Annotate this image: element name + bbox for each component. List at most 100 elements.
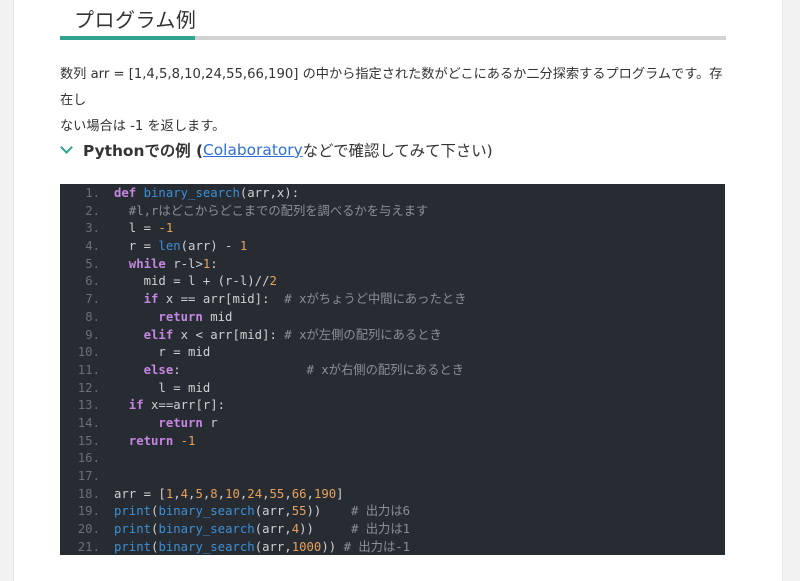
- code-token: def: [114, 186, 144, 200]
- code-token: 24: [247, 486, 263, 501]
- line-number: 15.: [77, 433, 100, 448]
- chevron-down-icon[interactable]: [60, 141, 73, 154]
- code-token: print: [114, 522, 152, 537]
- line-number: 18.: [77, 486, 100, 501]
- line-number: 14.: [77, 415, 100, 430]
- code-token: ,: [217, 486, 226, 501]
- line-number: 4.: [85, 239, 100, 254]
- code-token: # xが左側の配列にあるとき: [284, 327, 442, 342]
- code-line: 21. print(binary_search(arr,1000)) # 出力は-…: [60, 539, 725, 555]
- section-heading: プログラム例: [60, 0, 726, 40]
- code-token: r-l>: [173, 256, 203, 271]
- code-token: (arr,: [254, 522, 292, 537]
- code-token: )): [306, 504, 351, 519]
- code-token: 1: [239, 239, 248, 254]
- code-line: 2. #l,rはどこからどこまでの配列を調べるかを与えます: [60, 203, 725, 221]
- code-token: x==arr[r]:: [151, 398, 226, 413]
- code-token: 5: [195, 486, 203, 501]
- section-title: プログラム例: [74, 8, 197, 32]
- code-token: return: [114, 309, 211, 324]
- code-token: x == arr[mid]:: [165, 292, 285, 307]
- line-number: 8.: [85, 309, 100, 324]
- code-line: 19. print(binary_search(arr,55)) # 出力は6: [60, 503, 725, 521]
- code-token: r: [210, 415, 218, 430]
- code-token: while: [114, 256, 174, 271]
- code-line: 7. if x == arr[mid]: # xがちょうど中間にあったとき: [60, 291, 725, 309]
- line-number: 10.: [77, 345, 100, 360]
- code-token: -1: [158, 221, 174, 236]
- code-line: 17.: [60, 468, 725, 486]
- description-line-1: 数列 arr = [1,4,5,8,10,24,55,66,190] の中から指…: [60, 67, 723, 108]
- code-token: (arr) -: [180, 239, 240, 254]
- code-token: return: [114, 433, 181, 448]
- code-token: binary_search: [158, 522, 255, 537]
- code-token: print: [114, 504, 152, 519]
- line-number: 9.: [85, 327, 100, 342]
- code-token: return: [114, 415, 211, 430]
- line-number: 21.: [77, 539, 100, 554]
- code-token: l = mid: [114, 380, 211, 395]
- line-number: 6.: [85, 274, 100, 289]
- code-token: 66: [291, 486, 307, 501]
- line-number: 12.: [77, 380, 100, 395]
- code-token: binary_search: [158, 539, 255, 554]
- code-token: :: [173, 362, 307, 377]
- code-token: # 出力は1: [350, 522, 411, 537]
- line-number: 5.: [85, 256, 100, 271]
- code-line: 12. l = mid: [60, 380, 725, 398]
- code-line: 11. else: # xが右側の配列にあるとき: [60, 362, 725, 380]
- colaboratory-link[interactable]: Colaboratory: [203, 141, 303, 159]
- code-token: print: [114, 539, 152, 554]
- code-line: 10. r = mid: [60, 344, 725, 362]
- example-label-prefix: Pythonでの例 (: [83, 142, 204, 160]
- code-block: 1. def binary_search(arr,x): 2. #l,rはどこからど…: [60, 184, 725, 555]
- line-number: 17.: [77, 469, 100, 483]
- example-toggle[interactable]: Pythonでの例 (Colaboratory などで確認してみて下さい): [60, 138, 493, 162]
- code-token: binary_search: [158, 504, 255, 519]
- code-token: # xが右側の配列にあるとき: [306, 362, 464, 377]
- code-token: 55: [269, 486, 285, 501]
- code-token: arr = [: [114, 486, 166, 501]
- code-token: binary_search: [143, 186, 240, 200]
- code-token: -1: [180, 433, 196, 448]
- example-label-suffix: などで確認してみて下さい): [302, 142, 493, 160]
- code-line: 9. elif x < arr[mid]: # xが左側の配列にあるとき: [60, 327, 725, 345]
- code-token: 4: [180, 486, 189, 501]
- code-line: 14. return r: [60, 415, 725, 433]
- code-token: #l,rはどこからどこまでの配列を調べるかを与えます: [114, 203, 429, 218]
- code-line: 20. print(binary_search(arr,4)) # 出力は1: [60, 521, 725, 539]
- code-token: mid = l + (r-l)//: [114, 274, 270, 289]
- code-line: 13. if x==arr[r]:: [60, 397, 725, 415]
- code-token: 8: [210, 486, 218, 501]
- code-line: 6. mid = l + (r-l)//2: [60, 273, 725, 291]
- code-token: 4: [291, 522, 300, 537]
- code-token: 1000: [291, 539, 322, 554]
- description-line-2: ない場合は -1 を返します。: [60, 119, 226, 134]
- code-line: 4. r = len(arr) - 1: [60, 238, 725, 256]
- code-token: x < arr[mid]:: [180, 327, 285, 342]
- code-token: ,: [262, 486, 270, 501]
- code-line: 8. return mid: [60, 309, 725, 327]
- line-number: 2.: [85, 203, 100, 218]
- code-token: )): [299, 522, 351, 537]
- code-token: if: [114, 398, 152, 413]
- code-token: r = mid: [114, 345, 211, 360]
- code-token: 2: [269, 274, 277, 289]
- code-token: r =: [114, 239, 159, 254]
- code-token: ]: [336, 486, 344, 501]
- code-token: 190: [313, 486, 337, 501]
- line-number: 3.: [85, 221, 100, 236]
- code-token: # xがちょうど中間にあったとき: [284, 292, 467, 307]
- code-line: 5. while r-l>1:: [60, 256, 725, 274]
- code-line: 16.: [60, 450, 725, 468]
- code-token: (arr,: [254, 504, 292, 519]
- heading-accent-bar: [60, 36, 195, 40]
- code-token: ,: [173, 486, 181, 501]
- line-number: 1.: [85, 186, 100, 200]
- code-token: (arr,x):: [239, 186, 300, 200]
- code-line: 15. return -1: [60, 433, 725, 451]
- code-token: mid: [210, 309, 233, 324]
- line-number: 13.: [77, 398, 100, 413]
- code-token: # 出力は6: [350, 504, 411, 519]
- code-token: if: [114, 292, 166, 307]
